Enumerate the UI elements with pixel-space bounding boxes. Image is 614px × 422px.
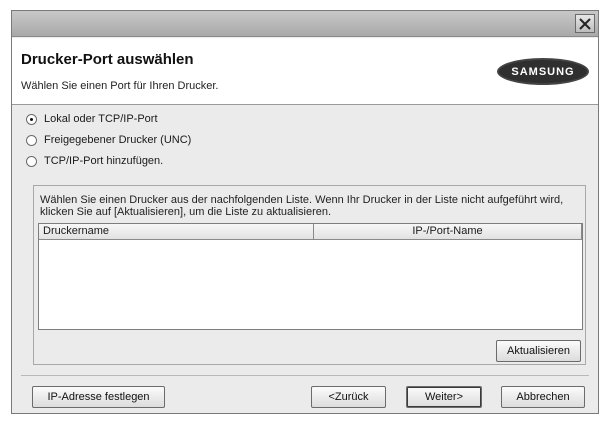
radio-label: TCP/IP-Port hinzufügen. bbox=[44, 155, 164, 167]
page-title: Drucker-Port auswählen bbox=[21, 51, 194, 68]
radio-label: Freigegebener Drucker (UNC) bbox=[44, 134, 192, 146]
radio-button[interactable] bbox=[26, 155, 37, 167]
cancel-button[interactable]: Abbrechen bbox=[501, 386, 585, 408]
printer-list[interactable]: Druckername IP-/Port-Name bbox=[38, 223, 583, 330]
radio-option-shared-unc[interactable]: Freigegebener Drucker (UNC) bbox=[26, 132, 191, 148]
column-header-printer-name[interactable]: Druckername bbox=[39, 224, 314, 240]
radio-button-checked[interactable] bbox=[26, 113, 37, 125]
printer-list-header: Druckername IP-/Port-Name bbox=[39, 224, 582, 240]
refresh-button[interactable]: Aktualisieren bbox=[496, 340, 581, 362]
page-subtitle: Wählen Sie einen Port für Ihren Drucker. bbox=[21, 80, 219, 92]
column-header-ip-port-name[interactable]: IP-/Port-Name bbox=[314, 224, 582, 240]
radio-label: Lokal oder TCP/IP-Port bbox=[44, 113, 158, 125]
printer-selection-group: Wählen Sie einen Drucker aus der nachfol… bbox=[33, 185, 586, 365]
set-ip-address-button[interactable]: IP-Adresse festlegen bbox=[32, 386, 165, 408]
samsung-logo: SAMSUNG bbox=[497, 58, 589, 85]
back-button[interactable]: <Zurück bbox=[311, 386, 386, 408]
close-button[interactable] bbox=[575, 14, 595, 33]
footer-divider bbox=[21, 375, 589, 376]
next-button[interactable]: Weiter> bbox=[406, 386, 482, 408]
dialog-header: Drucker-Port auswählen Wählen Sie einen … bbox=[12, 38, 598, 105]
printer-list-description: Wählen Sie einen Drucker aus der nachfol… bbox=[40, 194, 564, 218]
title-bar bbox=[12, 11, 598, 37]
radio-button[interactable] bbox=[26, 134, 37, 146]
dialog-window: Drucker-Port auswählen Wählen Sie einen … bbox=[11, 10, 599, 414]
radio-option-local-tcpip[interactable]: Lokal oder TCP/IP-Port bbox=[26, 111, 158, 127]
logo-text: SAMSUNG bbox=[511, 65, 575, 78]
close-icon bbox=[579, 17, 591, 30]
radio-option-add-tcpip[interactable]: TCP/IP-Port hinzufügen. bbox=[26, 153, 163, 169]
